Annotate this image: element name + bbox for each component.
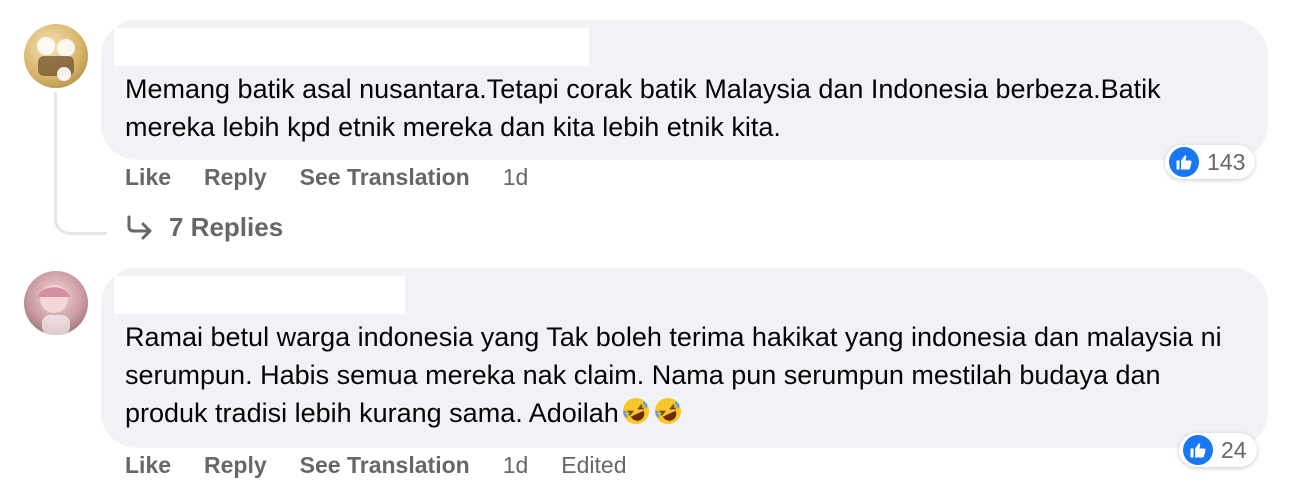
reply-arrow-icon bbox=[127, 215, 152, 239]
avatar-illustration bbox=[37, 37, 75, 81]
thumbs-up-icon bbox=[1169, 147, 1199, 177]
reply-button[interactable]: Reply bbox=[204, 452, 267, 479]
comment-actions: Like Reply See Translation 1d Edited bbox=[125, 452, 660, 479]
reply-thread-line bbox=[54, 92, 107, 235]
see-translation-button[interactable]: See Translation bbox=[300, 164, 470, 191]
comment-text: Ramai betul warga indonesia yang Tak bol… bbox=[125, 318, 1245, 436]
commenter-avatar[interactable] bbox=[24, 24, 88, 88]
like-button[interactable]: Like bbox=[125, 164, 171, 191]
rolling-on-floor-laughing-icon bbox=[621, 396, 651, 436]
comment-actions: Like Reply See Translation 1d bbox=[125, 164, 561, 191]
replies-label: 7 Replies bbox=[169, 212, 284, 242]
reaction-count: 24 bbox=[1221, 436, 1247, 463]
commenter-avatar[interactable] bbox=[24, 271, 88, 335]
reply-button[interactable]: Reply bbox=[204, 164, 267, 191]
reaction-summary[interactable]: 143 bbox=[1165, 145, 1256, 179]
view-replies-button[interactable]: 7 Replies bbox=[125, 212, 283, 243]
reaction-summary[interactable]: 24 bbox=[1179, 433, 1257, 467]
redacted-commenter-name bbox=[114, 28, 589, 66]
redacted-commenter-name bbox=[114, 276, 405, 314]
timestamp[interactable]: 1d bbox=[503, 452, 529, 479]
rolling-on-floor-laughing-icon bbox=[653, 396, 683, 436]
like-button[interactable]: Like bbox=[125, 452, 171, 479]
edited-label[interactable]: Edited bbox=[561, 452, 626, 479]
reaction-count: 143 bbox=[1207, 148, 1246, 175]
thumbs-up-icon bbox=[1183, 435, 1213, 465]
timestamp[interactable]: 1d bbox=[503, 164, 529, 191]
see-translation-button[interactable]: See Translation bbox=[300, 452, 470, 479]
avatar-photo bbox=[38, 285, 70, 335]
comment-text: Memang batik asal nusantara.Tetapi corak… bbox=[125, 74, 1161, 142]
